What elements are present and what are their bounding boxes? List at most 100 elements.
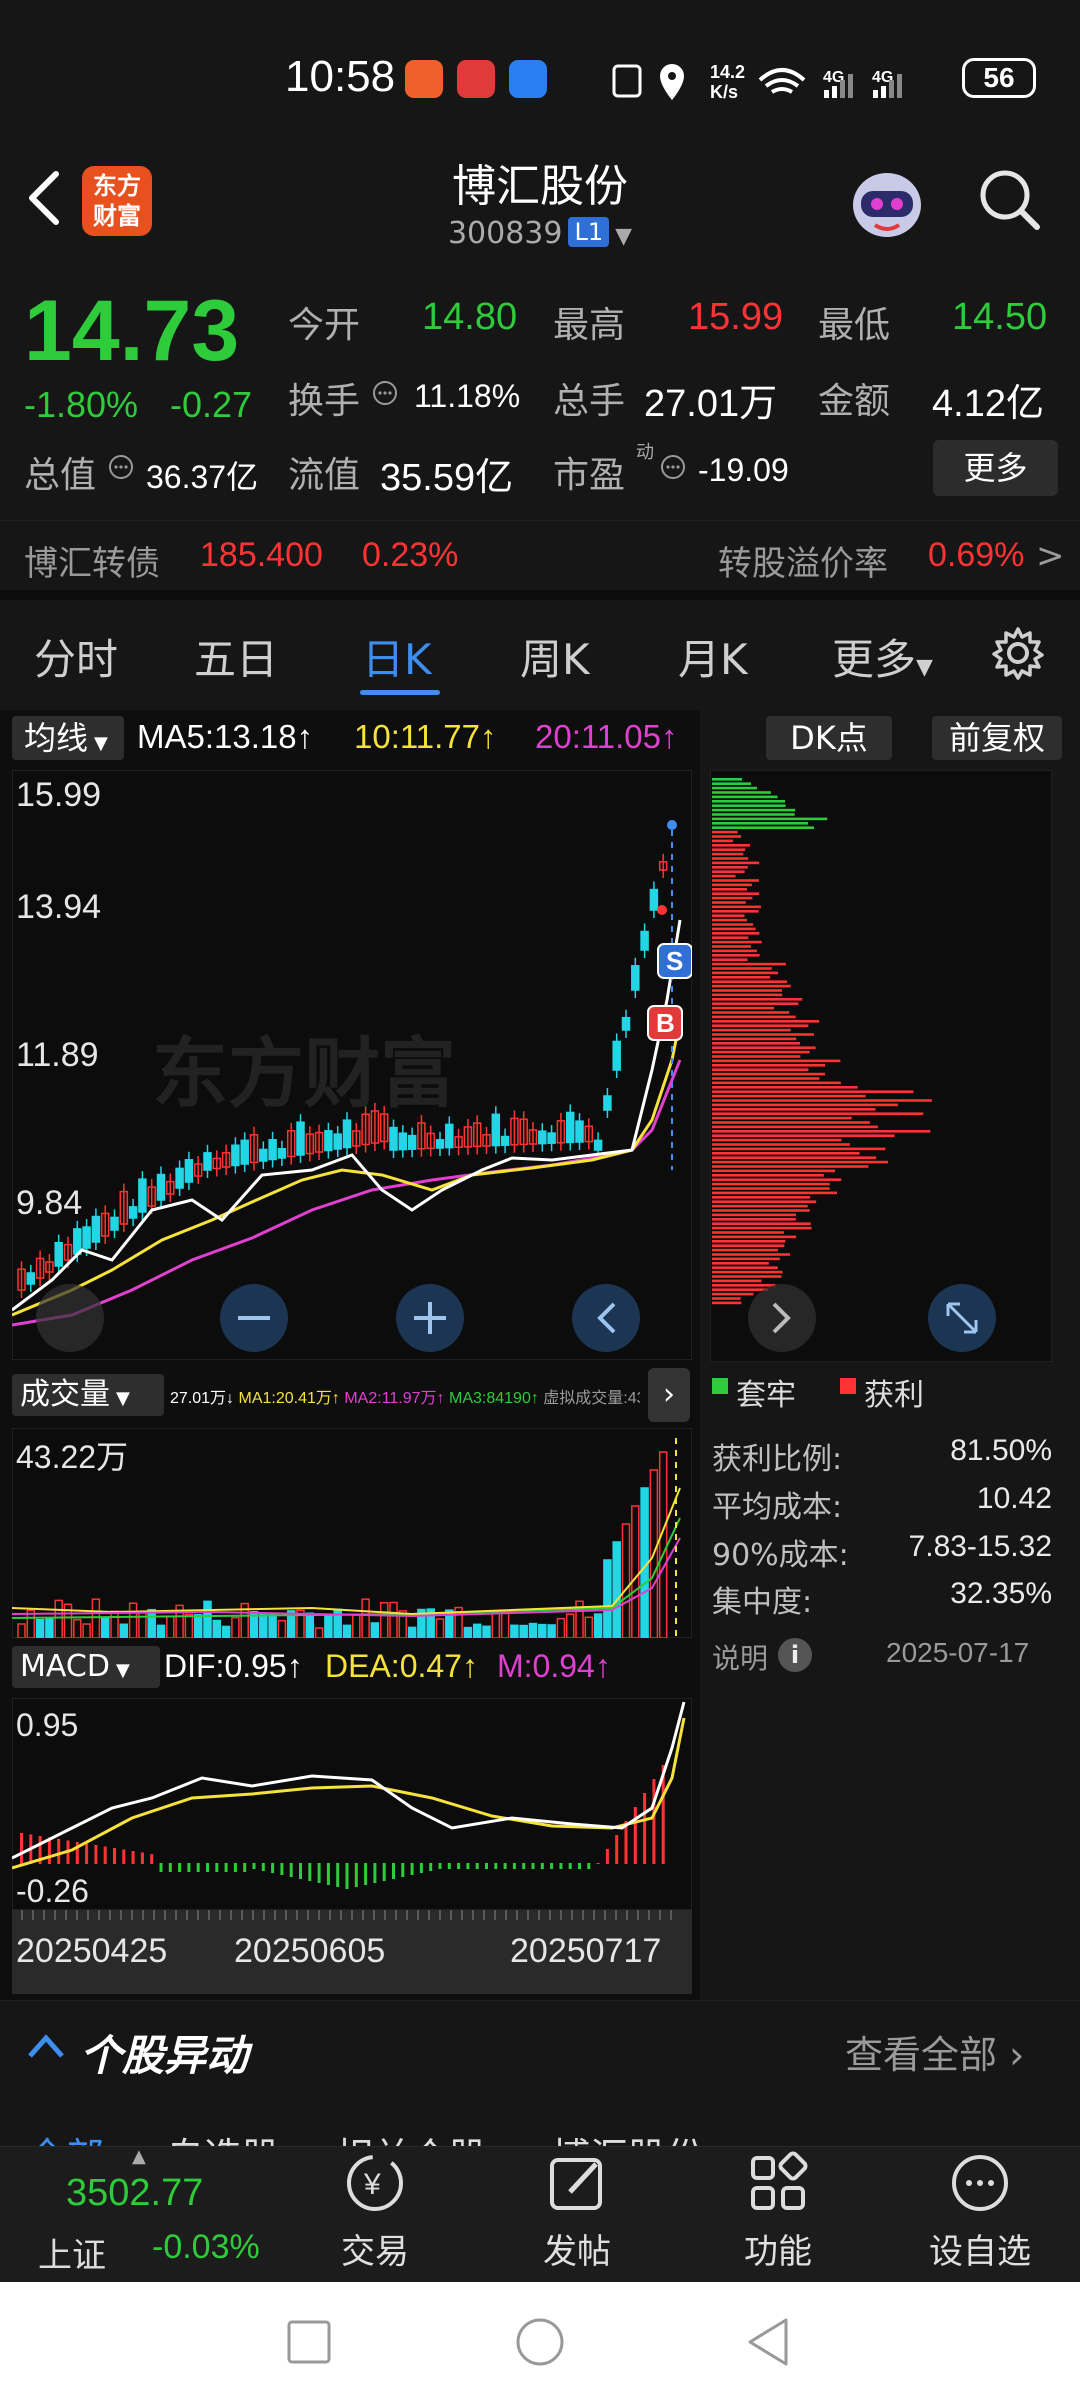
chip-bar (712, 1077, 820, 1080)
back-nav-icon[interactable] (744, 2316, 792, 2368)
chart-tool-button (36, 1284, 104, 1352)
candle-body (407, 1134, 417, 1150)
bond-name: 博汇转债 (24, 544, 160, 584)
candle-body (398, 1132, 408, 1151)
ma-selector[interactable]: 均线 ▼ (12, 716, 124, 760)
candle-body (621, 1016, 631, 1031)
chip-bar (712, 1178, 842, 1181)
candle-body (82, 1226, 91, 1249)
info-dots-icon[interactable] (372, 380, 398, 406)
nav-post[interactable]: 发帖 (517, 2150, 637, 2273)
volume-chart[interactable]: 43.22万 (12, 1428, 692, 1638)
settings-gear-icon[interactable] (990, 625, 1046, 681)
home-icon[interactable] (514, 2316, 566, 2368)
tab-five-day[interactable]: 五日 (194, 626, 278, 687)
recent-apps-icon[interactable] (285, 2318, 333, 2366)
profit-legend-swatch (840, 1378, 856, 1394)
volume-bar (45, 1617, 54, 1638)
volume-bar (342, 1624, 352, 1638)
chip-bar (712, 1248, 778, 1252)
subtab-this-stock[interactable]: 博汇股份 (552, 2126, 704, 2146)
chip-bar (712, 879, 759, 882)
chip-bar (712, 835, 742, 838)
chip-bar (712, 795, 778, 799)
index-change[interactable]: -0.03% (152, 2228, 260, 2267)
macd-bar (382, 1863, 386, 1881)
view-all-link[interactable]: 查看全部 › (845, 2024, 1024, 2079)
expand-right-button[interactable]: › (648, 1368, 690, 1422)
ma10-value: 10:11.77↑ (354, 718, 497, 755)
chip-distribution-chart[interactable] (710, 770, 1052, 1362)
candle-body (342, 1119, 352, 1149)
subtab-watchlist[interactable]: 自选股 (166, 2126, 280, 2146)
index-value[interactable]: 3502.77 (66, 2172, 203, 2215)
ma-selector-label: 均线 (24, 719, 89, 757)
info-dots-icon[interactable] (108, 454, 134, 480)
macd-bar (605, 1849, 609, 1864)
nav-add-watchlist[interactable]: 设自选 (920, 2150, 1040, 2273)
chip-bar (712, 958, 748, 961)
tab-intraday[interactable]: 分时 (34, 626, 118, 687)
volume-bar (482, 1625, 491, 1638)
robot-assistant-icon[interactable] (845, 165, 929, 245)
nav-functions[interactable]: 功能 (718, 2150, 838, 2273)
volume-selector-label: 成交量 (20, 1377, 110, 1412)
note-label[interactable]: 说明 (712, 1637, 768, 1677)
kline-chart[interactable]: 东方财富 15.99 13.94 11.89 9.84 S B (12, 770, 692, 1360)
macd-bar (578, 1863, 581, 1869)
candle-body (156, 1173, 166, 1201)
convertible-bond-row[interactable] (0, 520, 1080, 600)
tab-monthly-k[interactable]: 月K (678, 626, 748, 687)
x-label-2: 20250605 (234, 1932, 385, 1970)
chip-bar (712, 1156, 877, 1159)
index-name[interactable]: 上证 (38, 2228, 106, 2277)
mktcap-label: 总值 (24, 455, 97, 496)
macd-bar (243, 1863, 247, 1872)
volume-ma3: MA3:84190↑ (449, 1390, 539, 1407)
candle-body (603, 1095, 612, 1111)
macd-selector[interactable]: MACD ▼ (12, 1646, 160, 1688)
nav-trade[interactable]: ¥ 交易 (315, 2150, 435, 2273)
chip-bar (712, 866, 748, 869)
tab-more[interactable]: 更多▼ (832, 626, 933, 687)
macd-bar (457, 1863, 461, 1869)
volume-bar (528, 1622, 538, 1638)
location-icon (660, 64, 684, 100)
chip-bar (712, 1191, 838, 1195)
chip-bar (712, 1121, 870, 1124)
chevron-up-icon[interactable] (26, 2030, 66, 2062)
edit-icon (550, 2158, 602, 2210)
y-label-3: 11.89 (16, 1036, 99, 1074)
subtab-all[interactable]: 全部 (28, 2126, 104, 2146)
candle-body (175, 1167, 184, 1189)
macd-bar (466, 1863, 470, 1869)
subtab-related[interactable]: 相关个股 (335, 2126, 487, 2146)
macd-bar (131, 1851, 135, 1864)
volume-selector[interactable]: 成交量 ▼ (12, 1374, 164, 1416)
chip-bar (712, 1288, 769, 1291)
info-dots-icon[interactable] (660, 454, 686, 480)
info-icon[interactable]: i (778, 1638, 812, 1672)
chip-bar (712, 800, 786, 803)
candle-body (203, 1152, 212, 1171)
tab-weekly-k[interactable]: 周K (520, 626, 590, 687)
tab-daily-k[interactable]: 日K (362, 626, 432, 687)
dk-point-button[interactable]: DK点 (766, 716, 892, 760)
chip-bar (712, 932, 760, 935)
more-button[interactable]: 更多 (933, 440, 1058, 496)
tab-more-label: 更多 (832, 635, 917, 684)
chip-bar (712, 1055, 801, 1058)
search-icon[interactable] (975, 165, 1045, 235)
chip-bar (712, 1094, 866, 1098)
chevron-right-icon: > (1036, 536, 1065, 576)
volume-bar (547, 1624, 556, 1638)
price-adjust-button[interactable]: 前复权 (932, 716, 1062, 760)
candle-body (538, 1130, 547, 1145)
chip-bar (712, 817, 828, 821)
trade-icon: ¥ (347, 2155, 403, 2211)
macd-chart[interactable]: 0.95 -0.26 20250425 20250605 20250717 (12, 1698, 692, 1998)
chip-bar (712, 1090, 914, 1093)
volume-bar (305, 1612, 315, 1638)
chip-bar (712, 1152, 860, 1155)
volume-label: 总手 (553, 381, 626, 422)
